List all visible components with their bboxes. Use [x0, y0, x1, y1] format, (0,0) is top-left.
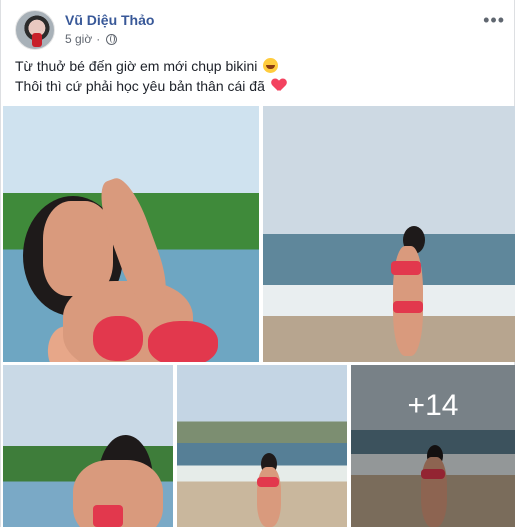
post-meta: 5 giờ · — [65, 32, 118, 46]
author-avatar[interactable] — [15, 10, 55, 50]
laughing-emoji-icon — [263, 58, 279, 73]
heart-emoji-icon — [272, 79, 286, 92]
photo-5[interactable]: +14 — [351, 365, 515, 527]
more-options-icon[interactable]: ••• — [483, 10, 505, 31]
photo-4[interactable] — [177, 365, 347, 527]
post-text: Từ thuở bé đến giờ em mới chụp bikini Th… — [15, 56, 505, 96]
post-header: Vũ Diệu Thảo 5 giờ · ••• — [15, 10, 505, 50]
post-timestamp[interactable]: 5 giờ — [65, 32, 92, 46]
photo-3[interactable] — [3, 365, 173, 527]
post-text-line2: Thôi thì cứ phải học yêu bản thân cái đã — [15, 76, 505, 96]
post-card: Vũ Diệu Thảo 5 giờ · ••• Từ thuở bé đến … — [0, 0, 515, 527]
post-text-line1: Từ thuở bé đến giờ em mới chụp bikini — [15, 56, 505, 76]
more-photos-overlay[interactable]: +14 — [351, 365, 515, 527]
author-name[interactable]: Vũ Diệu Thảo — [65, 12, 154, 28]
photo-2[interactable] — [263, 106, 515, 362]
more-photos-count: +14 — [407, 389, 459, 422]
photo-1[interactable] — [3, 106, 259, 362]
globe-icon[interactable] — [106, 33, 118, 45]
